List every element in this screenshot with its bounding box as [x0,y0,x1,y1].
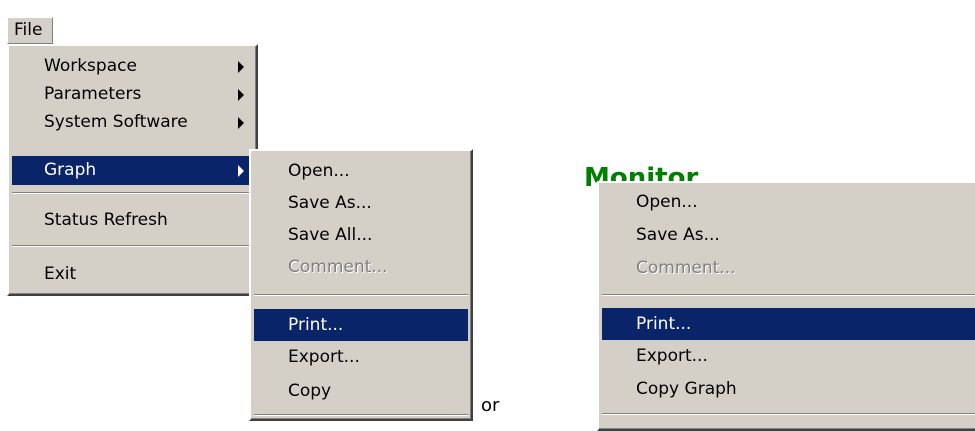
menu-item-label: Copy [288,381,332,401]
menu-item-label: Status Refresh [44,210,168,230]
menu-item-graph[interactable]: Graph [12,156,253,185]
menu-item-label: Exit [44,264,77,284]
menu-item-label: Open... [288,161,350,181]
menu-separator [254,294,468,296]
menu-item-label: Print... [636,314,692,334]
menu-separator [602,413,975,415]
menu-item-print[interactable]: Print... [254,309,468,341]
menu-item-label: Graph [44,160,97,180]
menu-item-label: Save All... [288,225,373,245]
menu-item-label: Print... [288,315,344,335]
menu-item-save-as[interactable]: Save As... [254,189,468,218]
menu-item-label: Export... [288,347,360,367]
submenu-arrow-icon [238,165,244,177]
file-menu-button[interactable]: File [7,17,53,44]
menu-item-label: Parameters [44,84,142,104]
menu-item-label: Comment... [636,258,736,278]
menu-item-label: Copy Graph [636,379,737,399]
menu-separator [12,245,253,247]
graph-context-menu: Open... Save As... Comment... Print... E… [597,181,975,431]
graph-submenu: Open... Save As... Save All... Comment..… [249,149,473,421]
menu-item-label: System Software [44,112,188,132]
menu-separator [602,294,975,296]
file-menu-label: File [14,20,43,40]
menu-item-label: Comment... [288,257,388,277]
menu-item-export[interactable]: Export... [602,342,975,371]
menu-item-parameters[interactable]: Parameters [12,80,253,109]
menu-item-open[interactable]: Open... [254,157,468,186]
submenu-arrow-icon [238,89,244,101]
menu-separator [12,192,253,194]
menu-item-save-as[interactable]: Save As... [602,221,975,250]
menu-item-status-refresh[interactable]: Status Refresh [12,206,253,235]
menu-item-label: Save As... [288,193,372,213]
or-label: or [481,395,500,416]
menu-item-system-software[interactable]: System Software [12,108,253,137]
menu-item-label: Save As... [636,225,720,245]
file-dropdown-menu: Workspace Parameters System Software Gra… [7,44,258,296]
menu-item-exit[interactable]: Exit [12,260,253,289]
menu-item-save-all[interactable]: Save All... [254,221,468,250]
menu-item-comment: Comment... [602,254,975,283]
menu-item-open[interactable]: Open... [602,188,975,217]
menu-item-label: Export... [636,346,708,366]
menu-item-copy-graph[interactable]: Copy Graph [602,375,975,404]
submenu-arrow-icon [238,61,244,73]
menu-item-copy[interactable]: Copy [254,377,468,406]
submenu-arrow-icon [238,117,244,129]
menu-item-workspace[interactable]: Workspace [12,52,253,81]
menu-item-export[interactable]: Export... [254,343,468,372]
menu-item-label: Open... [636,192,698,212]
menu-item-label: Workspace [44,56,137,76]
menu-item-print[interactable]: Print... [602,308,975,340]
menu-item-comment: Comment... [254,253,468,282]
menu-separator [254,414,468,416]
